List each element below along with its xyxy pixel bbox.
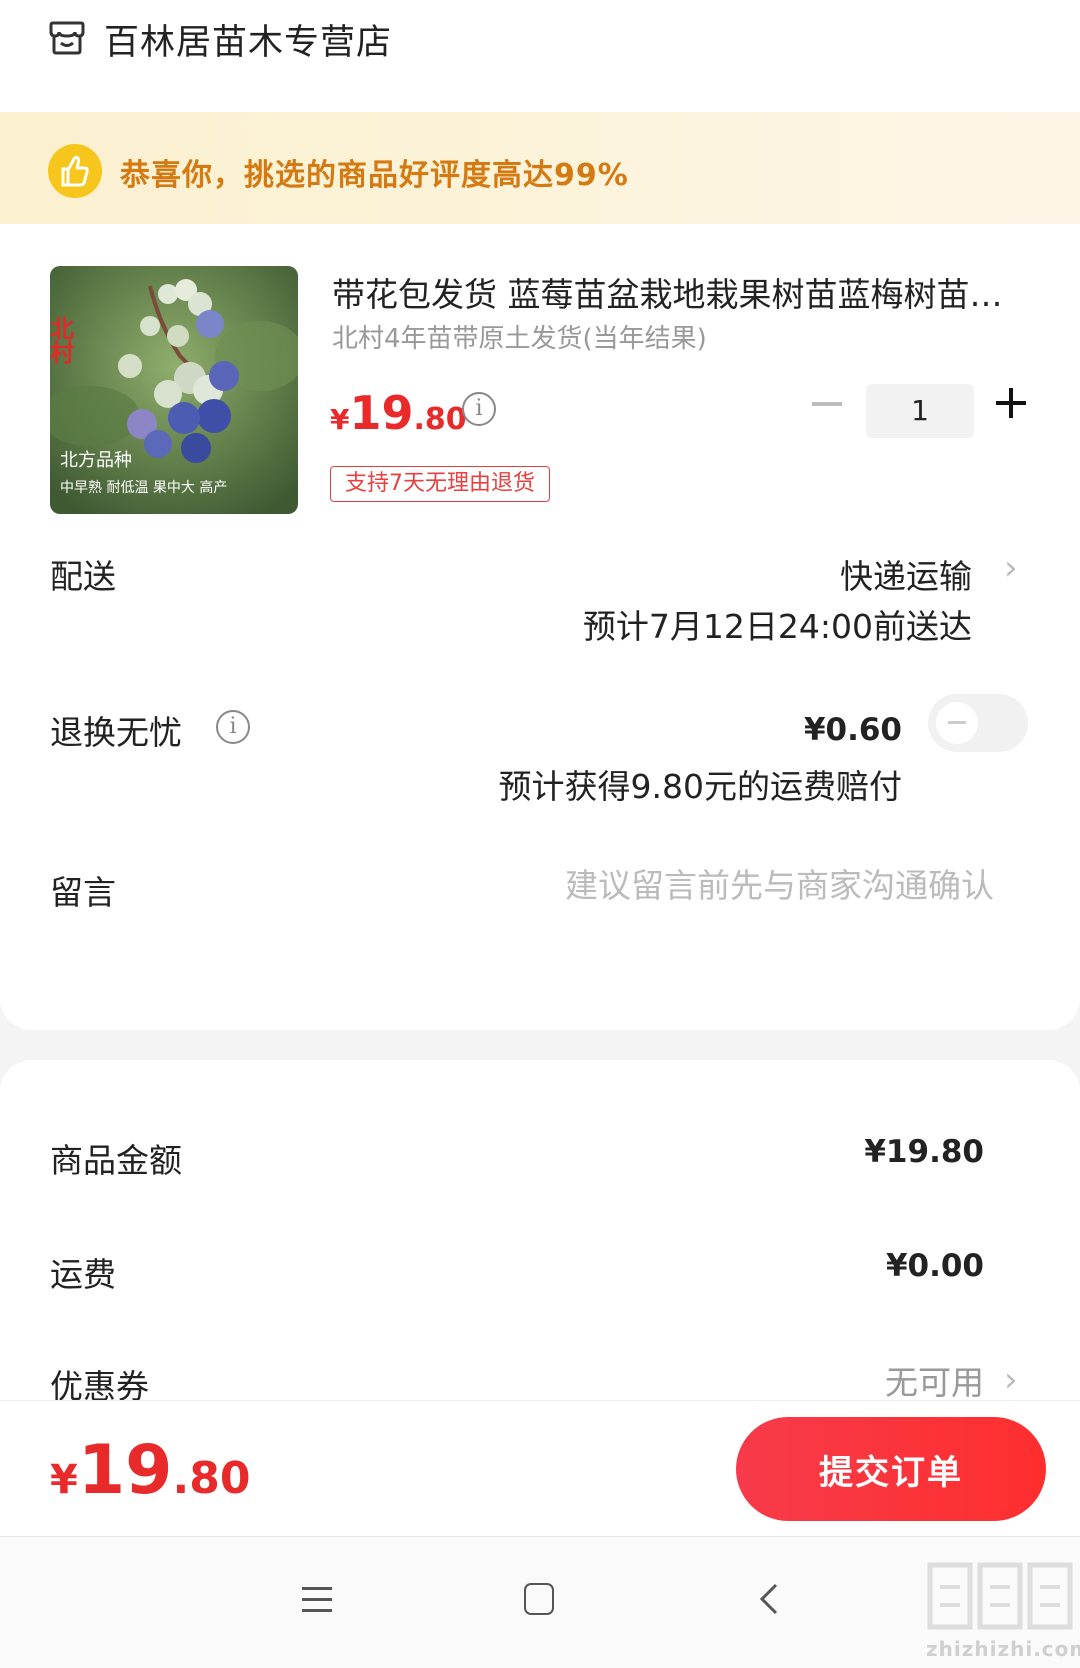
menu-icon[interactable] bbox=[302, 1587, 332, 1612]
image-line1-text: 北方品种 bbox=[60, 450, 132, 471]
home-icon[interactable] bbox=[524, 1583, 554, 1615]
shipping-fee-label: 运费 bbox=[50, 1255, 116, 1294]
product-title[interactable]: 带花包发货 蓝莓苗盆栽地栽果树苗蓝梅树苗南北方四季种植 bbox=[332, 268, 1032, 316]
price-info-icon[interactable]: i bbox=[462, 392, 496, 426]
submit-order-button[interactable]: 提交订单 bbox=[736, 1417, 1046, 1521]
delivery-method[interactable]: 快递运输 bbox=[840, 550, 972, 598]
quantity-minus-button[interactable] bbox=[812, 402, 842, 406]
return-insurance-toggle[interactable] bbox=[928, 694, 1028, 752]
return-insurance-desc: 预计获得9.80元的运费赔付 bbox=[498, 767, 902, 806]
checkout-bar: ¥19.80 提交订单 bbox=[0, 1400, 1080, 1536]
total-integer: 19 bbox=[77, 1431, 173, 1510]
image-line2-text: 中早熟 耐低温 果中大 高产 bbox=[60, 479, 227, 496]
product-price: ¥19.80 bbox=[330, 386, 467, 440]
delivery-eta: 预计7月12日24:00前送达 bbox=[582, 607, 972, 646]
total-price: ¥19.80 bbox=[50, 1431, 250, 1510]
goods-amount-value: ¥19.80 bbox=[864, 1134, 984, 1170]
total-currency: ¥ bbox=[50, 1457, 78, 1503]
toggle-knob bbox=[936, 702, 978, 744]
summary-card: 商品金额 ¥19.80 运费 ¥0.00 优惠券 无可用 › bbox=[0, 1060, 1080, 1406]
price-integer: 19 bbox=[349, 386, 414, 440]
order-card: 北村 北方品种 中早熟 耐低温 果中大 高产 带花包发货 蓝莓苗盆栽地栽果树苗蓝… bbox=[0, 224, 1080, 1030]
delivery-label: 配送 bbox=[50, 557, 116, 596]
goods-amount-label: 商品金额 bbox=[50, 1141, 182, 1180]
shipping-fee-value: ¥0.00 bbox=[885, 1248, 984, 1284]
price-decimal: .80 bbox=[413, 402, 467, 437]
quantity-input[interactable]: 1 bbox=[866, 384, 974, 438]
system-nav-bar: zhizhizhi.com bbox=[0, 1536, 1080, 1668]
return-insurance-info-icon[interactable]: i bbox=[216, 710, 250, 744]
watermark-text: zhizhizhi.com bbox=[926, 1637, 1080, 1661]
store-name: 百林居苗木专营店 bbox=[104, 23, 393, 63]
coupon-value[interactable]: 无可用 bbox=[885, 1356, 984, 1404]
return-policy-tag: 支持7天无理由退货 bbox=[330, 466, 550, 502]
message-label: 留言 bbox=[50, 873, 116, 912]
price-currency: ¥ bbox=[330, 403, 350, 436]
coupon-chevron-icon[interactable]: › bbox=[1004, 1360, 1018, 1400]
back-icon[interactable] bbox=[752, 1581, 788, 1617]
thumbs-up-icon bbox=[48, 144, 102, 198]
image-brand-text: 北村 bbox=[50, 316, 75, 365]
store-header[interactable]: 百林居苗木专营店 bbox=[0, 0, 1080, 112]
delivery-chevron-icon[interactable]: › bbox=[1004, 548, 1018, 588]
quantity-plus-button[interactable] bbox=[996, 388, 1026, 418]
return-insurance-label: 退换无忧 bbox=[50, 713, 182, 752]
product-image[interactable]: 北村 北方品种 中早熟 耐低温 果中大 高产 bbox=[50, 266, 298, 514]
return-insurance-price: ¥0.60 bbox=[803, 712, 902, 748]
store-icon bbox=[49, 21, 85, 55]
total-decimal: .80 bbox=[172, 1453, 251, 1504]
banner-text: 恭喜你，挑选的商品好评度高达99% bbox=[120, 158, 629, 193]
praise-banner: 恭喜你，挑选的商品好评度高达99% bbox=[0, 112, 1080, 224]
product-spec[interactable]: 北村4年苗带原土发货(当年结果) bbox=[332, 318, 707, 355]
message-input[interactable] bbox=[434, 866, 994, 905]
